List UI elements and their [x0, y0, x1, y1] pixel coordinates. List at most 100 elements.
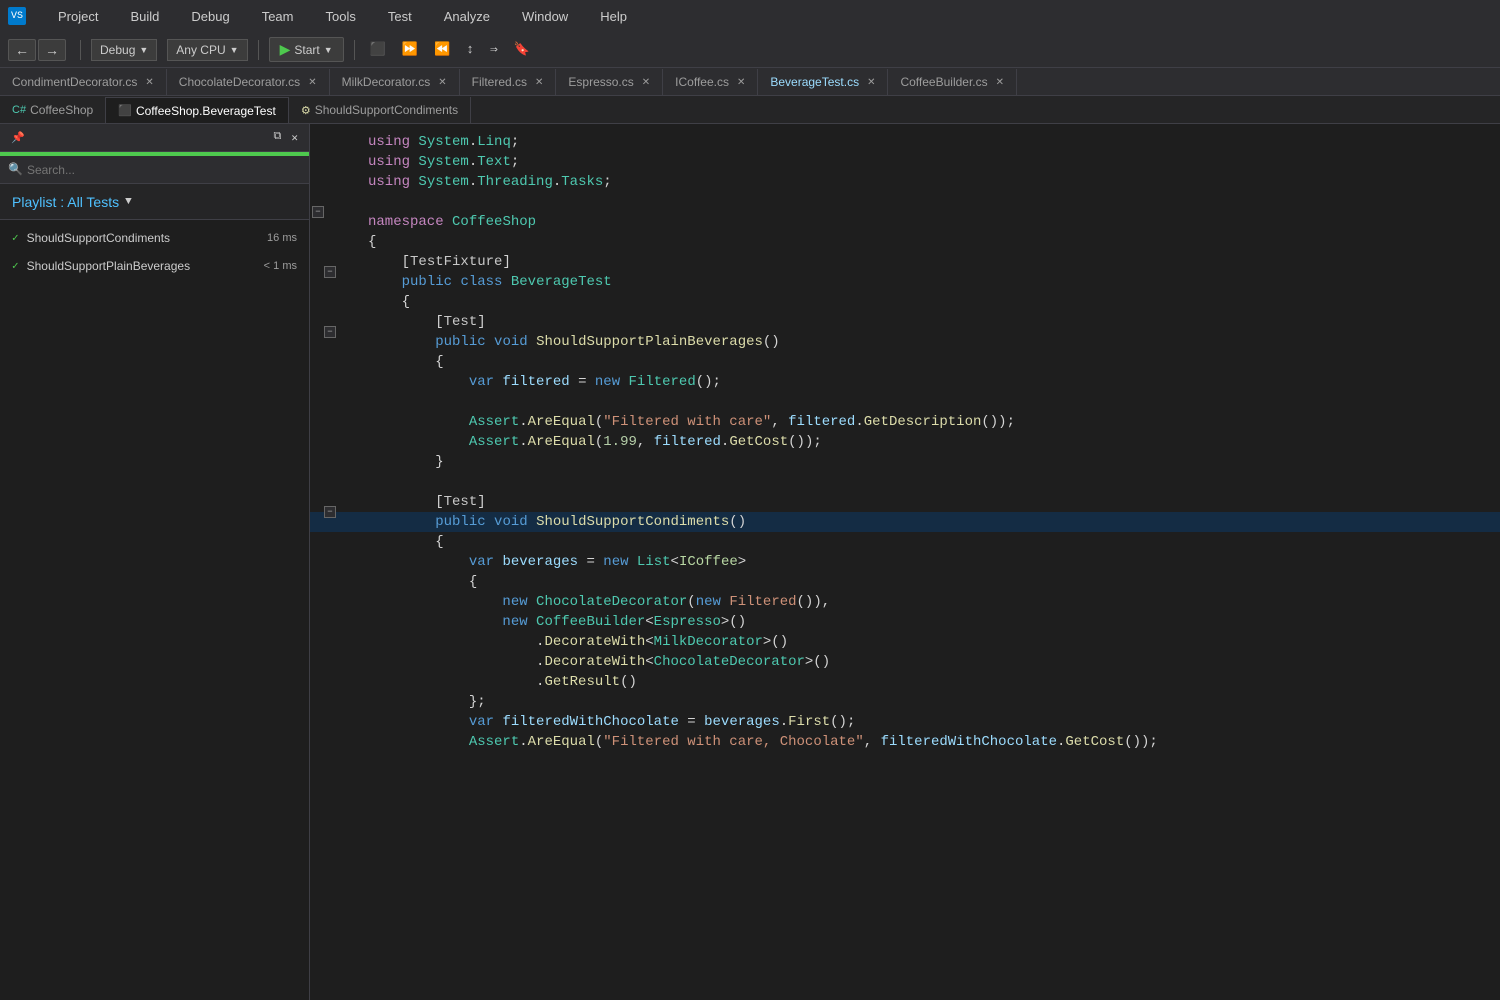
code-line: } — [310, 452, 1500, 472]
method-icon: ⚙ — [301, 104, 311, 117]
collapse-icon[interactable]: − — [324, 326, 336, 338]
line-content: public void ShouldSupportCondiments() — [360, 512, 1500, 532]
toolbar-icon-5[interactable]: ⇒ — [485, 40, 503, 59]
test-item-shouldsupportplainbeverages[interactable]: ✓ ShouldSupportPlainBeverages < 1 ms — [0, 252, 309, 280]
line-content: { — [360, 352, 1500, 372]
code-line — [310, 472, 1500, 492]
code-editor[interactable]: using System.Linq; using System.Text; us… — [310, 124, 1500, 1000]
code-line: { — [310, 232, 1500, 252]
tab-beveragetest-class[interactable]: ⬛ CoffeeShop.BeverageTest — [106, 97, 289, 123]
menu-team[interactable]: Team — [254, 5, 302, 28]
tab-icoffee[interactable]: ICoffee.cs ✕ — [663, 69, 758, 95]
tab-milkdecorator[interactable]: MilkDecorator.cs ✕ — [330, 69, 460, 95]
code-line: new ChocolateDecorator(new Filtered()), — [310, 592, 1500, 612]
line-content: }; — [360, 692, 1500, 712]
code-line: [TestFixture] — [310, 252, 1500, 272]
menu-debug[interactable]: Debug — [183, 5, 237, 28]
menu-build[interactable]: Build — [122, 5, 167, 28]
menu-analyze[interactable]: Analyze — [436, 5, 498, 28]
line-content: Assert.AreEqual("Filtered with care", fi… — [360, 412, 1500, 432]
back-btn[interactable]: ← — [8, 39, 36, 61]
test-item-shouldsupportcondiments[interactable]: ✓ ShouldSupportCondiments 16 ms — [0, 224, 309, 252]
forward-btn[interactable]: → — [38, 39, 66, 61]
menu-help[interactable]: Help — [592, 5, 635, 28]
tab-filtered[interactable]: Filtered.cs ✕ — [460, 69, 557, 95]
float-icon[interactable]: ⧉ — [271, 130, 285, 146]
line-content — [360, 472, 1500, 492]
menu-project[interactable]: Project — [50, 5, 106, 28]
chevron-down-icon: ▼ — [125, 196, 132, 208]
line-content: Assert.AreEqual("Filtered with care, Cho… — [360, 732, 1500, 752]
tab-shouldsupportcondiments[interactable]: ⚙ ShouldSupportCondiments — [289, 97, 471, 123]
toolbar-icon-4[interactable]: ↕ — [461, 40, 479, 59]
code-line: { — [310, 352, 1500, 372]
menu-test[interactable]: Test — [380, 5, 420, 28]
tab-close-icon[interactable]: ✕ — [737, 77, 745, 88]
code-line: Assert.AreEqual("Filtered with care", fi… — [310, 412, 1500, 432]
toolbar-nav-buttons: ← → — [8, 39, 66, 61]
tab-beveragetest[interactable]: BeverageTest.cs ✕ — [758, 69, 888, 95]
tab-coffeebuilder[interactable]: CoffeeBuilder.cs ✕ — [888, 69, 1017, 95]
toolbar-icon-1[interactable]: ⬛ — [365, 40, 391, 59]
pin-icon[interactable]: 📌 — [8, 130, 28, 146]
class-icon: ⬛ — [118, 104, 132, 117]
namespace-icon: C# — [12, 104, 26, 116]
toolbar-icon-3[interactable]: ⏪ — [429, 40, 455, 59]
tab-close-icon[interactable]: ✕ — [438, 77, 446, 88]
toolbar-icon-2[interactable]: ⏩ — [397, 40, 423, 59]
code-line: using System.Linq; — [310, 132, 1500, 152]
toolbar-icon-6[interactable]: 🔖 — [509, 40, 535, 59]
tab-close-icon[interactable]: ✕ — [996, 77, 1004, 88]
playlist-header[interactable]: Playlist : All Tests ▼ — [0, 184, 309, 220]
collapse-icon[interactable]: − — [324, 506, 336, 518]
tab-close-icon[interactable]: ✕ — [535, 77, 543, 88]
tab-close-icon[interactable]: ✕ — [642, 77, 650, 88]
tab-condimentdecorator[interactable]: CondimentDecorator.cs ✕ — [0, 69, 167, 95]
code-line: var filtered = new Filtered(); — [310, 372, 1500, 392]
code-line: .GetResult() — [310, 672, 1500, 692]
line-content: [Test] — [360, 492, 1500, 512]
search-input[interactable] — [27, 163, 301, 177]
line-content — [360, 392, 1500, 412]
platform-dropdown[interactable]: Any CPU ▼ — [167, 39, 247, 61]
line-content: public class BeverageTest — [360, 272, 1500, 292]
tab-close-icon[interactable]: ✕ — [308, 77, 316, 88]
line-content: Assert.AreEqual(1.99, filtered.GetCost()… — [360, 432, 1500, 452]
close-panel-icon[interactable]: ✕ — [288, 130, 301, 146]
code-line: .DecorateWith<MilkDecorator>() — [310, 632, 1500, 652]
menu-tools[interactable]: Tools — [318, 5, 364, 28]
tab-chocolatedecorator[interactable]: ChocolateDecorator.cs ✕ — [167, 69, 330, 95]
line-content: { — [360, 292, 1500, 312]
line-content: namespace CoffeeShop — [360, 212, 1500, 232]
search-icon: 🔍 — [8, 162, 23, 177]
code-line: .DecorateWith<ChocolateDecorator>() — [310, 652, 1500, 672]
sep1 — [80, 40, 81, 60]
line-content: using System.Text; — [360, 152, 1500, 172]
search-row: 🔍 — [0, 156, 309, 184]
tab-close-icon[interactable]: ✕ — [145, 77, 153, 88]
tab-close-icon[interactable]: ✕ — [867, 77, 875, 88]
menu-window[interactable]: Window — [514, 5, 576, 28]
line-content: .DecorateWith<ChocolateDecorator>() — [360, 652, 1500, 672]
collapse-icon[interactable]: − — [312, 206, 324, 218]
start-btn[interactable]: ▶ Start ▼ — [269, 37, 344, 62]
tab-coffeeshop-ns[interactable]: C# CoffeeShop — [0, 97, 106, 123]
line-content: new CoffeeBuilder<Espresso>() — [360, 612, 1500, 632]
code-line: }; — [310, 692, 1500, 712]
line-content: new ChocolateDecorator(new Filtered()), — [360, 592, 1500, 612]
panel-header: 📌 ⧉ ✕ — [0, 124, 309, 152]
collapse-icon[interactable]: − — [324, 266, 336, 278]
debug-config-dropdown[interactable]: Debug ▼ — [91, 39, 157, 61]
line-content — [360, 192, 1500, 212]
breadcrumb-tabs-row: C# CoffeeShop ⬛ CoffeeShop.BeverageTest … — [0, 96, 1500, 124]
code-line: − namespace CoffeeShop — [310, 212, 1500, 232]
code-line: { — [310, 572, 1500, 592]
line-content: [Test] — [360, 312, 1500, 332]
line-content: [TestFixture] — [360, 252, 1500, 272]
code-line: − public class BeverageTest — [310, 272, 1500, 292]
vs-logo: VS — [8, 7, 26, 25]
code-line: new CoffeeBuilder<Espresso>() — [310, 612, 1500, 632]
tab-espresso[interactable]: Espresso.cs ✕ — [556, 69, 663, 95]
test-time: 16 ms — [267, 232, 297, 244]
title-bar: VS Project Build Debug Team Tools Test A… — [0, 0, 1500, 32]
